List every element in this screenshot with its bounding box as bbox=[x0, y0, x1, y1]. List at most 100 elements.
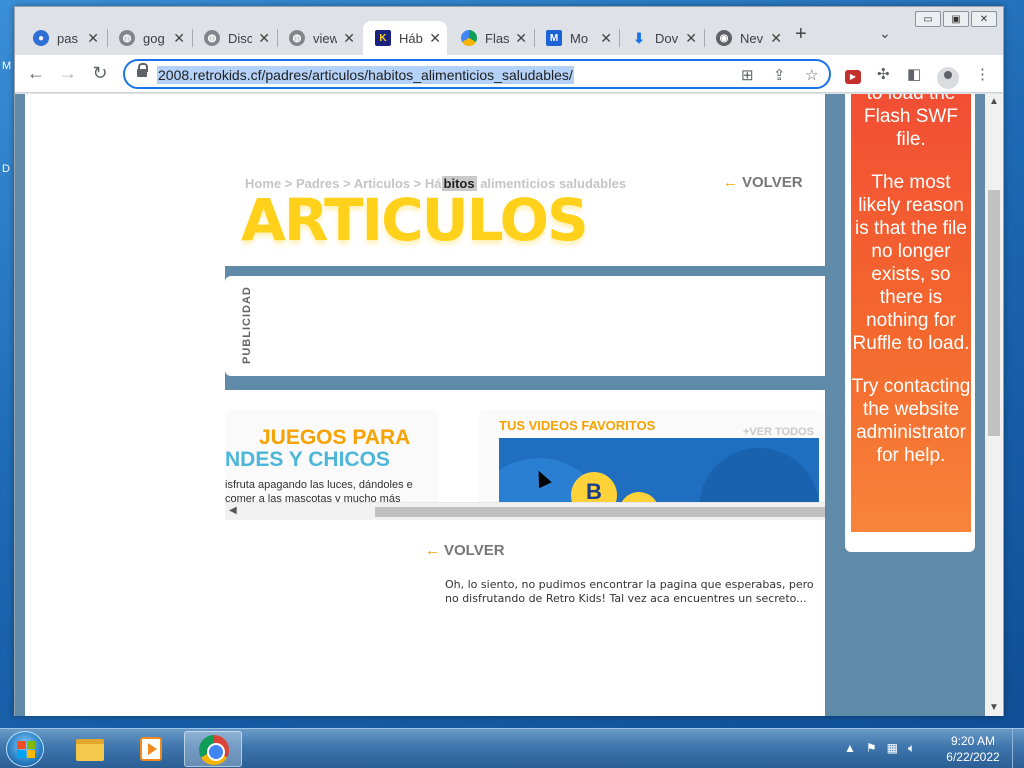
browser-window: ▭ ▣ ✕ ● pas ✕ ◍ gog ✕ ◍ Disc ✕ ◍ view ✕ … bbox=[14, 6, 1004, 716]
chrome-icon: ◉ bbox=[716, 30, 732, 46]
close-tab-icon[interactable]: ✕ bbox=[173, 30, 185, 47]
tab-title: pas bbox=[57, 30, 78, 46]
taskbar-chrome[interactable] bbox=[184, 731, 242, 767]
action-center-icon[interactable]: ⚑ bbox=[866, 741, 877, 756]
drive-icon bbox=[461, 30, 477, 46]
browser-toolbar: ← → ↻ 2008.retrokids.cf/padres/articulos… bbox=[15, 55, 1003, 93]
folder-icon bbox=[76, 739, 104, 761]
youtube-extension-icon[interactable]: ▶ bbox=[845, 70, 861, 84]
close-tab-icon[interactable]: ✕ bbox=[685, 30, 697, 47]
ruffle-message-2: The most likely reason is that the file … bbox=[852, 172, 970, 354]
tab-7[interactable]: M Mo ✕ bbox=[534, 21, 618, 55]
tab-2[interactable]: ◍ gog ✕ bbox=[107, 21, 191, 55]
forward-arrow-icon[interactable]: → bbox=[57, 63, 79, 84]
horizontal-scroll-thumb[interactable] bbox=[375, 507, 825, 517]
back-arrow-icon: ← bbox=[425, 542, 440, 559]
close-tab-icon[interactable]: ✕ bbox=[770, 30, 782, 47]
new-tab-plus-icon[interactable]: + bbox=[795, 23, 807, 46]
tab-title: Mo bbox=[570, 30, 589, 46]
maximize-button[interactable]: ▣ bbox=[943, 11, 969, 27]
close-tab-icon[interactable]: ✕ bbox=[343, 30, 355, 47]
download-icon: ⬇ bbox=[633, 29, 645, 46]
desktop-edge-text: D bbox=[2, 163, 10, 175]
show-desktop-button[interactable] bbox=[1012, 729, 1024, 768]
tab-title: Flas bbox=[485, 30, 510, 46]
start-button[interactable] bbox=[6, 731, 44, 767]
juegos-heading-1: JUEGOS PARA bbox=[259, 426, 411, 449]
ruffle-message-1: to load the Flash SWF file. bbox=[864, 94, 958, 150]
globe-icon: ◍ bbox=[119, 30, 135, 46]
ver-todos-link[interactable]: +VER TODOS bbox=[743, 426, 814, 438]
system-tray: ▲ ⚑ ▦ 🔈︎ bbox=[844, 741, 915, 756]
scroll-left-arrow-icon[interactable]: ◀ bbox=[229, 505, 237, 516]
close-window-button[interactable]: ✕ bbox=[971, 11, 997, 27]
tab-title: Dov bbox=[655, 30, 679, 46]
chrome-icon bbox=[199, 735, 229, 765]
tab-4[interactable]: ◍ view ✕ bbox=[277, 21, 361, 55]
vertical-scrollbar[interactable]: ▲ ▼ bbox=[985, 94, 1003, 716]
tab-5-active[interactable]: K Háb ✕ bbox=[363, 21, 447, 55]
profile-avatar-icon[interactable] bbox=[937, 67, 959, 89]
close-tab-icon[interactable]: ✕ bbox=[429, 30, 441, 47]
tab-6[interactable]: Flas ✕ bbox=[449, 21, 533, 55]
address-bar[interactable]: 2008.retrokids.cf/padres/articulos/habit… bbox=[123, 59, 831, 89]
share-icon[interactable]: ⇪ bbox=[773, 66, 786, 84]
tab-3[interactable]: ◍ Disc ✕ bbox=[192, 21, 276, 55]
swirl-icon: ● bbox=[33, 30, 49, 46]
tab-1[interactable]: ● pas ✕ bbox=[21, 21, 105, 55]
clock-date: 6/22/2022 bbox=[946, 750, 1000, 764]
close-tab-icon[interactable]: ✕ bbox=[600, 30, 612, 47]
ruffle-message-3: Try contacting the website administrator… bbox=[851, 376, 971, 466]
volume-icon[interactable]: 🔈︎ bbox=[908, 741, 915, 756]
tab-8[interactable]: ⬇ Dov ✕ bbox=[619, 21, 703, 55]
volver-link-bottom[interactable]: ← VOLVER bbox=[425, 542, 505, 559]
tab-title: view bbox=[313, 30, 338, 46]
tab-search-chevron-icon[interactable]: ⌄ bbox=[879, 25, 891, 42]
windows-logo-icon bbox=[17, 741, 35, 758]
globe-icon: ◍ bbox=[289, 30, 305, 46]
desktop-edge-text: M bbox=[2, 60, 12, 72]
taskbar-media-player[interactable] bbox=[122, 731, 180, 767]
bookmark-star-icon[interactable]: ☆ bbox=[805, 66, 818, 84]
translate-icon[interactable]: ⊞ bbox=[741, 66, 754, 84]
tab-title: Háb bbox=[399, 30, 423, 46]
horizontal-scrollbar[interactable]: ◀ bbox=[225, 502, 825, 520]
publicidad-label: PUBLICIDAD bbox=[241, 286, 253, 364]
close-tab-icon[interactable]: ✕ bbox=[87, 30, 99, 47]
url-text[interactable]: 2008.retrokids.cf/padres/articulos/habit… bbox=[157, 66, 574, 84]
retrokids-icon: K bbox=[375, 30, 391, 46]
tab-title: Disc bbox=[228, 30, 253, 46]
side-panel-icon[interactable]: ◧ bbox=[907, 65, 921, 83]
tab-strip: ▭ ▣ ✕ ● pas ✕ ◍ gog ✕ ◍ Disc ✕ ◍ view ✕ … bbox=[15, 7, 1003, 55]
close-tab-icon[interactable]: ✕ bbox=[515, 30, 527, 47]
extensions-puzzle-icon[interactable]: ✣ bbox=[877, 65, 890, 83]
tab-title: gog bbox=[143, 30, 165, 46]
volver-link-top[interactable]: ← VOLVER bbox=[723, 174, 803, 191]
taskbar-explorer[interactable] bbox=[60, 731, 118, 767]
m-icon: M bbox=[546, 30, 562, 46]
tab-9[interactable]: ◉ Nev ✕ bbox=[704, 21, 788, 55]
clock[interactable]: 9:20 AM 6/22/2022 bbox=[938, 733, 1008, 765]
ruffle-error-panel: to load the Flash SWF file. The most lik… bbox=[851, 94, 971, 532]
page-title: ARTICULOS bbox=[241, 186, 589, 254]
network-icon[interactable]: ▦ bbox=[887, 741, 898, 756]
juegos-heading-2: NDES Y CHICOS bbox=[225, 448, 390, 471]
tab-title: Nev bbox=[740, 30, 764, 46]
back-arrow-icon: ← bbox=[723, 174, 738, 191]
reload-icon[interactable]: ↻ bbox=[89, 63, 111, 84]
menu-kebab-icon[interactable]: ⋮ bbox=[975, 65, 990, 83]
clock-time: 9:20 AM bbox=[950, 734, 996, 748]
scroll-down-arrow-icon[interactable]: ▼ bbox=[989, 702, 999, 713]
scroll-up-arrow-icon[interactable]: ▲ bbox=[989, 96, 999, 107]
vertical-scroll-thumb[interactable] bbox=[988, 190, 1000, 436]
minimize-button[interactable]: ▭ bbox=[915, 11, 941, 27]
not-found-message: Oh, lo siento, no pudimos encontrar la p… bbox=[445, 578, 814, 605]
lock-icon[interactable] bbox=[137, 63, 148, 79]
taskbar: ▲ ⚑ ▦ 🔈︎ 9:20 AM 6/22/2022 bbox=[0, 728, 1024, 768]
back-arrow-icon[interactable]: ← bbox=[25, 63, 47, 84]
ad-box bbox=[225, 276, 825, 376]
show-hidden-icons-icon[interactable]: ▲ bbox=[844, 741, 856, 756]
media-player-icon bbox=[140, 737, 162, 761]
close-tab-icon[interactable]: ✕ bbox=[258, 30, 270, 47]
page-viewport: Home > Padres > Articulos > Há bitos alim… bbox=[15, 94, 1003, 716]
